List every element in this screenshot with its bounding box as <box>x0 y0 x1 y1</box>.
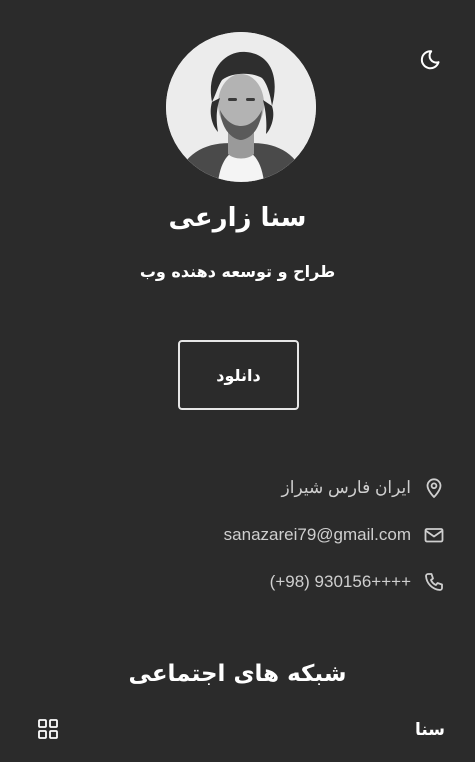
grid-menu-icon <box>38 719 58 739</box>
theme-toggle-button[interactable] <box>419 45 447 73</box>
mail-icon <box>423 524 445 546</box>
bottom-nav: سنا <box>0 700 475 762</box>
location-pin-icon <box>423 477 445 499</box>
profile-name: سنا زارعی <box>168 203 307 233</box>
contact-email[interactable]: sanazarei79@gmail.com <box>224 523 445 547</box>
location-text: ایران فارس شیراز <box>281 478 411 497</box>
contact-phone[interactable]: (+98) 930156++++ <box>270 570 445 594</box>
phone-text[interactable]: (+98) 930156++++ <box>270 572 411 592</box>
email-text[interactable]: sanazarei79@gmail.com <box>224 525 411 545</box>
social-section-title: شبکه های اجتماعی <box>128 661 347 687</box>
menu-button[interactable] <box>36 717 60 741</box>
avatar <box>166 32 316 182</box>
contact-location: ایران فارس شیراز <box>282 476 445 500</box>
profile-job-title: طراح و توسعه دهنده وب <box>139 262 336 281</box>
phone-icon <box>423 571 445 593</box>
avatar-photo <box>166 32 316 182</box>
moon-icon <box>420 50 440 70</box>
brand-name[interactable]: سنا <box>415 720 445 740</box>
download-button[interactable]: دانلود <box>178 340 299 410</box>
